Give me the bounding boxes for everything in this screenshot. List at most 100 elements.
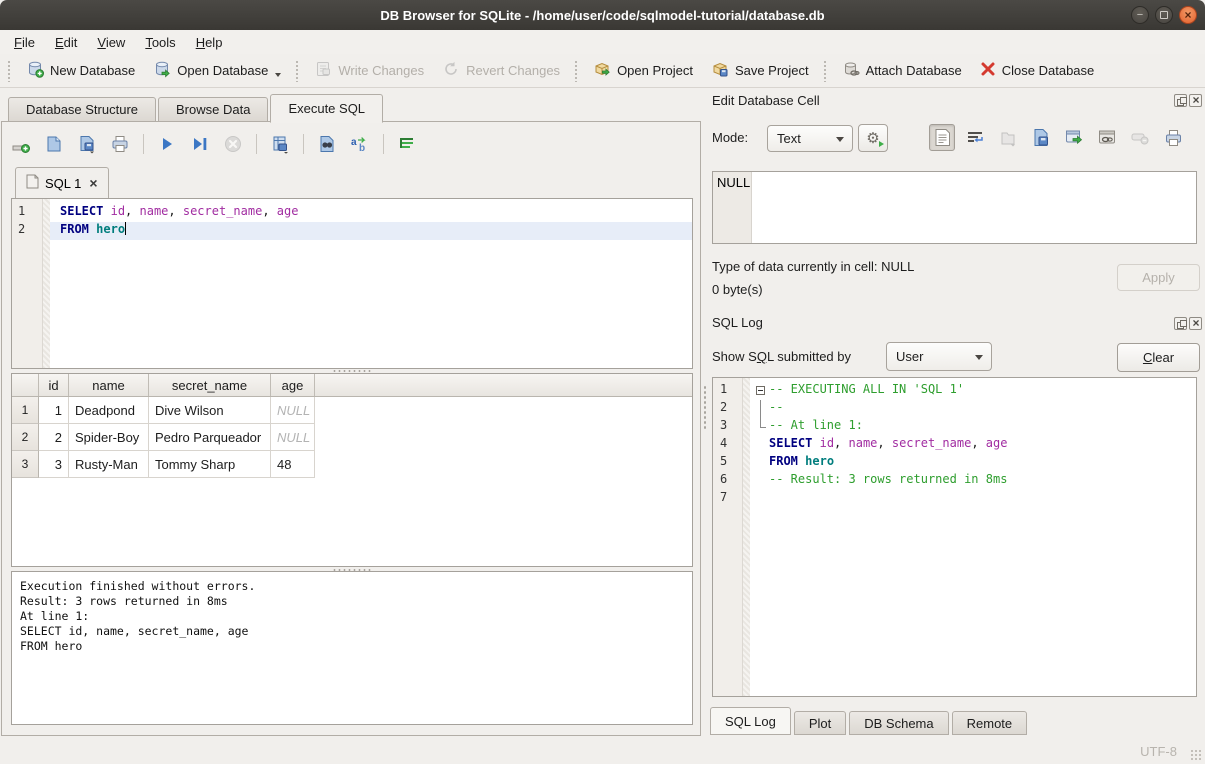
cell-value-area[interactable] <box>752 172 1196 243</box>
column-header-secret_name[interactable]: secret_name <box>149 374 271 396</box>
column-header-name[interactable]: name <box>69 374 149 396</box>
table-cell[interactable]: Deadpond <box>69 397 149 424</box>
word-wrap-icon[interactable] <box>962 124 988 151</box>
execute-all-icon[interactable] <box>156 132 178 156</box>
sql-log-title: SQL Log <box>712 315 763 330</box>
row-header[interactable]: 3 <box>12 451 39 478</box>
export-data-icon[interactable] <box>1061 124 1087 151</box>
save-project-button[interactable]: Save Project <box>702 57 818 84</box>
column-header-age[interactable]: age <box>271 374 315 396</box>
save-results-icon[interactable] <box>269 132 291 156</box>
save-project-label: Save Project <box>735 63 809 78</box>
print-icon[interactable] <box>109 132 131 156</box>
toolbar-separator <box>574 60 579 82</box>
fold-marker-icon[interactable] <box>754 382 769 400</box>
resize-grip-icon[interactable] <box>1190 749 1202 761</box>
table-cell[interactable]: Spider-Boy <box>69 424 149 451</box>
editor-code-area[interactable]: SELECT id, name, secret_name, ageFROM he… <box>50 199 692 368</box>
svg-text:a: a <box>351 137 357 148</box>
mode-label: Mode: <box>712 130 748 145</box>
corner-header[interactable] <box>12 374 39 396</box>
table-cell[interactable]: 48 <box>271 451 315 478</box>
menu-tools[interactable]: Tools <box>135 32 185 53</box>
format-code-icon[interactable] <box>396 132 418 156</box>
new-database-button[interactable]: New Database <box>17 57 144 84</box>
open-project-button[interactable]: Open Project <box>584 57 702 84</box>
print-cell-icon[interactable] <box>1160 124 1186 151</box>
toolbar-separator <box>143 134 144 154</box>
code-line: FROM hero <box>50 222 692 240</box>
minimize-icon[interactable]: − <box>1131 6 1149 24</box>
text-mode-icon[interactable] <box>929 124 955 151</box>
window-title: DB Browser for SQLite - /home/user/code/… <box>380 8 824 23</box>
replace-icon[interactable]: ab <box>349 132 371 156</box>
tab-plot[interactable]: Plot <box>794 711 846 735</box>
table-cell[interactable]: Dive Wilson <box>149 397 271 424</box>
log-fold-margin <box>743 378 750 696</box>
table-cell[interactable]: Tommy Sharp <box>149 451 271 478</box>
tab-db-schema[interactable]: DB Schema <box>849 711 948 735</box>
attach-database-button[interactable]: Attach Database <box>833 57 971 84</box>
gear-icon: ⚙ <box>866 129 879 147</box>
write-changes-icon <box>314 60 332 81</box>
log-filter-select[interactable]: User <box>886 342 992 371</box>
menu-view[interactable]: View <box>87 32 135 53</box>
panel-splitter[interactable] <box>703 385 707 429</box>
open-database-button[interactable]: Open Database <box>144 57 290 84</box>
fold-margin <box>754 400 769 418</box>
toolbar-separator <box>383 134 384 154</box>
table-cell[interactable]: NULL <box>271 397 315 424</box>
column-header-id[interactable]: id <box>39 374 69 396</box>
new-tab-icon[interactable] <box>10 132 32 156</box>
table-cell[interactable]: Rusty-Man <box>69 451 149 478</box>
close-tab-icon[interactable]: × <box>89 175 97 191</box>
tab-remote[interactable]: Remote <box>952 711 1028 735</box>
table-cell[interactable]: 1 <box>39 397 69 424</box>
code-line: -- Result: 3 rows returned in 8ms <box>750 472 1196 490</box>
toolbar-grip[interactable] <box>7 60 12 82</box>
editor-fold-margin <box>43 199 50 368</box>
revert-changes-label: Revert Changes <box>466 63 560 78</box>
cell-editor-toolbar <box>929 124 1186 151</box>
cell-value-editor[interactable]: NULL <box>712 171 1197 244</box>
menu-edit[interactable]: Edit <box>45 32 87 53</box>
close-database-button[interactable]: Close Database <box>971 58 1104 83</box>
toolbar-separator <box>256 134 257 154</box>
row-header[interactable]: 1 <box>12 397 39 424</box>
maximize-icon[interactable] <box>1155 6 1173 24</box>
tab-database-structure[interactable]: Database Structure <box>8 97 156 122</box>
sql-editor[interactable]: 12 SELECT id, name, secret_name, ageFROM… <box>11 198 693 369</box>
table-cell[interactable]: 3 <box>39 451 69 478</box>
table-cell[interactable]: NULL <box>271 424 315 451</box>
copy-link-icon[interactable] <box>1094 124 1120 151</box>
mode-select[interactable]: Text <box>767 125 853 152</box>
open-database-dropdown-icon[interactable] <box>275 73 281 77</box>
close-icon[interactable]: × <box>1179 6 1197 24</box>
encoding-indicator[interactable]: UTF-8 <box>1140 744 1177 759</box>
menu-help[interactable]: Help <box>186 32 233 53</box>
line-number: 2 <box>12 222 42 240</box>
float-panel-icon[interactable] <box>1174 94 1187 107</box>
close-panel-icon[interactable] <box>1189 317 1202 330</box>
close-panel-icon[interactable] <box>1189 94 1202 107</box>
auto-apply-button[interactable]: ⚙ <box>858 124 888 152</box>
table-cell[interactable]: Pedro Parqueador <box>149 424 271 451</box>
tab-execute-sql[interactable]: Execute SQL <box>270 94 383 123</box>
code-line: -- <box>750 400 1196 418</box>
row-header[interactable]: 2 <box>12 424 39 451</box>
menu-file[interactable]: File <box>4 32 45 53</box>
execute-current-line-icon[interactable] <box>189 132 211 156</box>
line-number: 7 <box>713 490 742 508</box>
table-cell[interactable]: 2 <box>39 424 69 451</box>
save-sql-file-icon[interactable] <box>76 132 98 156</box>
import-data-icon <box>995 124 1021 151</box>
clear-button[interactable]: Clear <box>1117 343 1200 372</box>
sql-file-icon <box>26 174 39 192</box>
tab-sql-log[interactable]: SQL Log <box>710 707 791 735</box>
save-data-icon[interactable] <box>1028 124 1054 151</box>
open-sql-file-icon[interactable] <box>43 132 65 156</box>
sql-tab[interactable]: SQL 1 × <box>15 167 109 198</box>
float-panel-icon[interactable] <box>1174 317 1187 330</box>
tab-browse-data[interactable]: Browse Data <box>158 97 268 122</box>
find-icon[interactable] <box>316 132 338 156</box>
